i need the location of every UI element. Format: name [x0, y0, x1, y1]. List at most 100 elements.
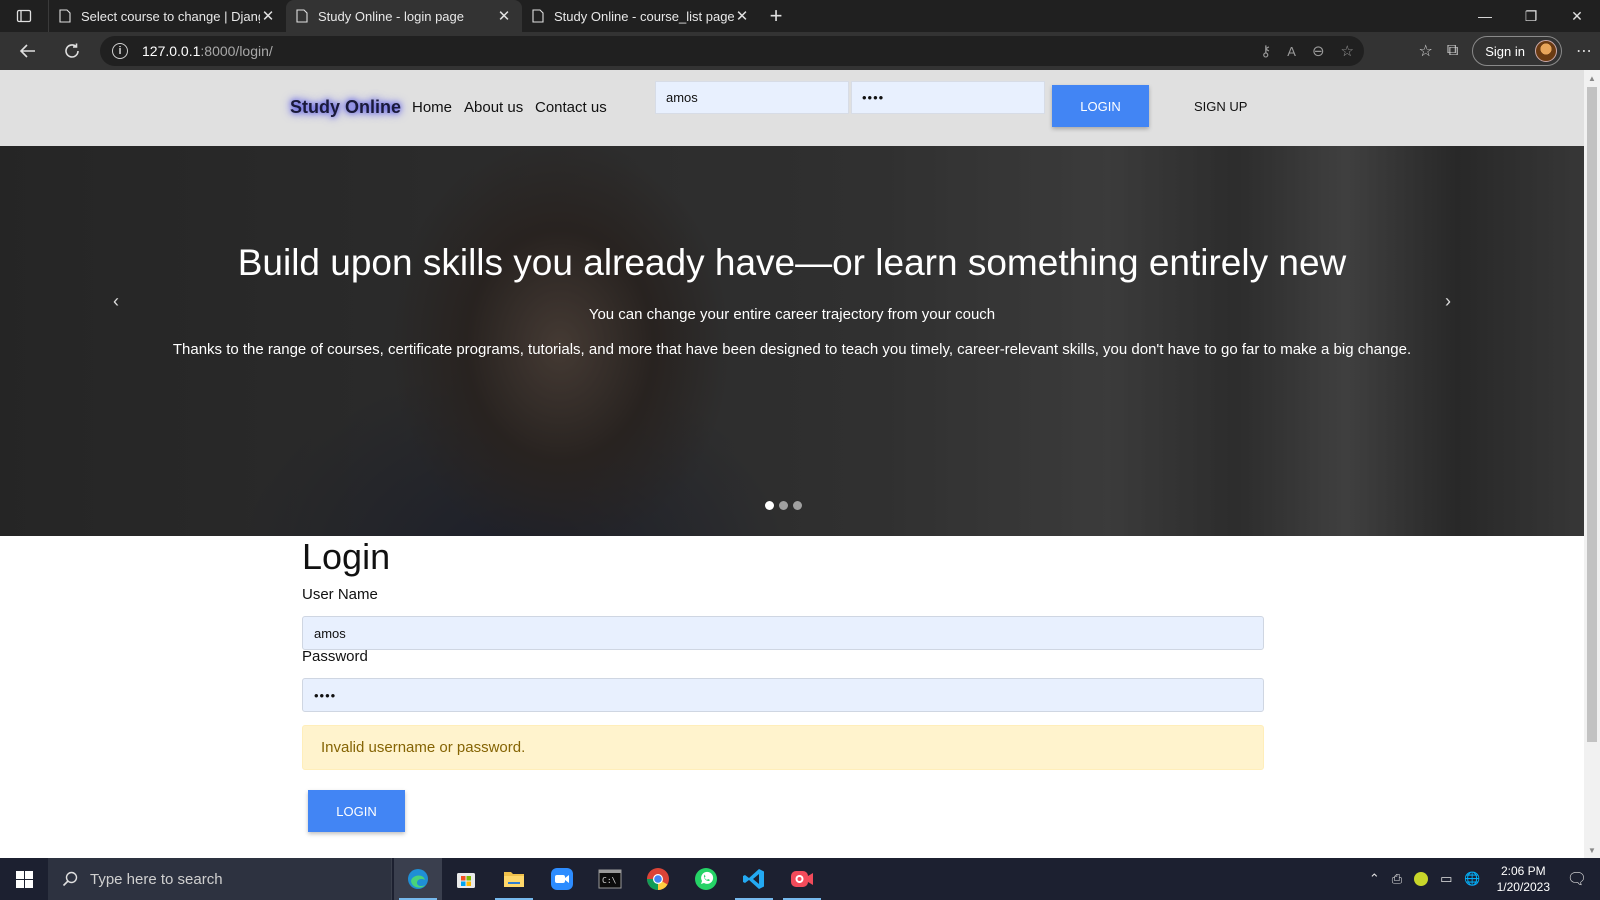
- tab-title: Study Online - login page: [318, 8, 464, 24]
- nav-contact-link[interactable]: Contact us: [535, 99, 607, 116]
- new-tab-button[interactable]: +: [760, 0, 792, 32]
- meet-now-icon[interactable]: ⎙: [1392, 871, 1402, 887]
- signup-link[interactable]: SIGN UP: [1194, 99, 1247, 114]
- collections-icon[interactable]: ⧉: [1447, 42, 1458, 60]
- tab-course-list[interactable]: Study Online - course_list page ✕: [522, 0, 760, 32]
- store-taskbar-button[interactable]: [442, 858, 490, 900]
- browser-tab-bar: Select course to change | Django site ad…: [0, 0, 1600, 32]
- window-controls: — ❐ ✕: [1462, 0, 1600, 32]
- folder-icon: [504, 872, 524, 887]
- chrome-taskbar-button[interactable]: [634, 858, 682, 900]
- page-viewport: Study Online Home About us Contact us am…: [0, 70, 1584, 858]
- taskbar-clock[interactable]: 2:06 PM 1/20/2023: [1497, 863, 1550, 895]
- close-tab-icon[interactable]: ✕: [260, 7, 276, 25]
- taskbar-search[interactable]: Type here to search: [48, 858, 392, 900]
- start-button[interactable]: [0, 858, 48, 900]
- clock-date: 1/20/2023: [1496, 880, 1550, 894]
- search-icon: [62, 871, 78, 887]
- close-tab-icon[interactable]: ✕: [734, 7, 750, 25]
- nav-about-link[interactable]: About us: [464, 99, 523, 116]
- omnibox-actions: ⚷ A ⊖ ☆: [1260, 36, 1354, 66]
- password-input[interactable]: ••••: [302, 678, 1264, 712]
- whatsapp-taskbar-button[interactable]: [682, 858, 730, 900]
- tab-login-page[interactable]: Study Online - login page ✕: [286, 0, 522, 32]
- whatsapp-icon: [695, 868, 717, 890]
- scrollbar-thumb[interactable]: [1587, 87, 1597, 742]
- hero-title: Build upon skills you already have—or le…: [237, 242, 1347, 283]
- terminal-taskbar-button[interactable]: C:\: [586, 858, 634, 900]
- key-icon[interactable]: ⚷: [1260, 42, 1271, 60]
- zoom-out-icon[interactable]: ⊖: [1312, 42, 1325, 60]
- sign-in-label: Sign in: [1485, 43, 1525, 59]
- carousel-indicator[interactable]: [765, 501, 774, 510]
- navbar-login-button[interactable]: LOGIN: [1052, 85, 1149, 127]
- back-button[interactable]: [6, 32, 50, 70]
- edge-taskbar-button[interactable]: [394, 858, 442, 900]
- url-text[interactable]: 127.0.0.1:8000/login/: [142, 43, 273, 59]
- login-submit-button[interactable]: LOGIN: [308, 790, 405, 832]
- reload-icon: [65, 43, 79, 58]
- add-favorite-icon[interactable]: ☆: [1341, 42, 1354, 60]
- scroll-up-icon[interactable]: ▲: [1584, 70, 1600, 86]
- close-window-button[interactable]: ✕: [1554, 0, 1600, 32]
- carousel-caption: Build upon skills you already have—or le…: [0, 146, 1584, 536]
- vscode-icon: [743, 869, 764, 889]
- page-icon: [296, 9, 308, 23]
- error-alert: Invalid username or password.: [302, 725, 1264, 770]
- address-toolbar: i 127.0.0.1:8000/login/ ⚷ A ⊖ ☆ ☆ ⧉ Sign…: [0, 32, 1600, 70]
- hero-carousel: Build upon skills you already have—or le…: [0, 146, 1584, 536]
- tab-title: Select course to change | Django site ad…: [81, 8, 260, 24]
- explorer-taskbar-button[interactable]: [490, 858, 538, 900]
- page-icon: [532, 9, 544, 23]
- carousel-indicator[interactable]: [793, 501, 802, 510]
- zoom-icon: [551, 868, 573, 890]
- minimize-button[interactable]: —: [1462, 0, 1508, 32]
- battery-icon[interactable]: ▭: [1440, 871, 1452, 887]
- page-icon: [59, 9, 71, 23]
- clock-time: 2:06 PM: [1500, 864, 1546, 878]
- url-path: :8000/login/: [200, 43, 273, 59]
- terminal-icon: C:\: [598, 869, 622, 889]
- zoom-taskbar-button[interactable]: [538, 858, 586, 900]
- notification-center-icon[interactable]: 🗨: [1562, 869, 1592, 889]
- page-scrollbar[interactable]: ▲ ▼: [1584, 70, 1600, 858]
- site-info-icon[interactable]: i: [112, 43, 128, 59]
- edge-icon: [408, 869, 428, 889]
- login-title: Login: [302, 536, 391, 577]
- taskbar-apps: C:\: [394, 858, 826, 900]
- navbar-password-input[interactable]: ••••: [851, 81, 1045, 114]
- reload-button[interactable]: [50, 32, 94, 70]
- navbar-username-input[interactable]: amos: [655, 81, 849, 114]
- plus-icon: +: [769, 3, 783, 28]
- carousel-next-icon[interactable]: ›: [1445, 291, 1451, 312]
- sign-in-button[interactable]: Sign in: [1472, 36, 1562, 66]
- scroll-down-icon[interactable]: ▼: [1584, 842, 1600, 858]
- chrome-icon: [647, 868, 669, 890]
- carousel-prev-icon[interactable]: ‹: [113, 291, 119, 312]
- site-brand[interactable]: Study Online: [290, 97, 401, 118]
- address-bar[interactable]: i 127.0.0.1:8000/login/ ⚷ A ⊖ ☆: [100, 36, 1364, 66]
- recorder-taskbar-button[interactable]: [778, 858, 826, 900]
- carousel-indicator[interactable]: [779, 501, 788, 510]
- browser-toolbar-right: ☆ ⧉ Sign in ⋯: [1418, 32, 1592, 70]
- store-icon: [457, 873, 475, 888]
- restore-button[interactable]: ❐: [1508, 0, 1554, 32]
- network-icon[interactable]: 🌐: [1464, 871, 1480, 887]
- favorites-icon[interactable]: ☆: [1418, 41, 1432, 61]
- vscode-taskbar-button[interactable]: [730, 858, 778, 900]
- windows-taskbar: Type here to search C:\ ⌃ ⎙ ▭ 🌐 2:06 PM …: [0, 858, 1600, 900]
- nav-home-link[interactable]: Home: [412, 99, 452, 116]
- username-label: User Name: [302, 586, 378, 603]
- app-tray-icon[interactable]: [1414, 872, 1429, 886]
- tab-title: Study Online - course_list page: [554, 8, 734, 24]
- tab-django-admin[interactable]: Select course to change | Django site ad…: [48, 0, 286, 32]
- more-menu-icon[interactable]: ⋯: [1576, 41, 1592, 61]
- system-tray: ⌃ ⎙ ▭ 🌐 2:06 PM 1/20/2023 🗨: [1369, 863, 1600, 895]
- record-icon: [791, 871, 813, 887]
- read-aloud-icon[interactable]: A: [1287, 44, 1296, 59]
- tray-chevron-icon[interactable]: ⌃: [1369, 871, 1380, 887]
- close-tab-icon[interactable]: ✕: [496, 7, 512, 25]
- tab-actions-button[interactable]: [0, 0, 48, 32]
- windows-logo-icon: [15, 870, 33, 888]
- username-input[interactable]: amos: [302, 616, 1264, 650]
